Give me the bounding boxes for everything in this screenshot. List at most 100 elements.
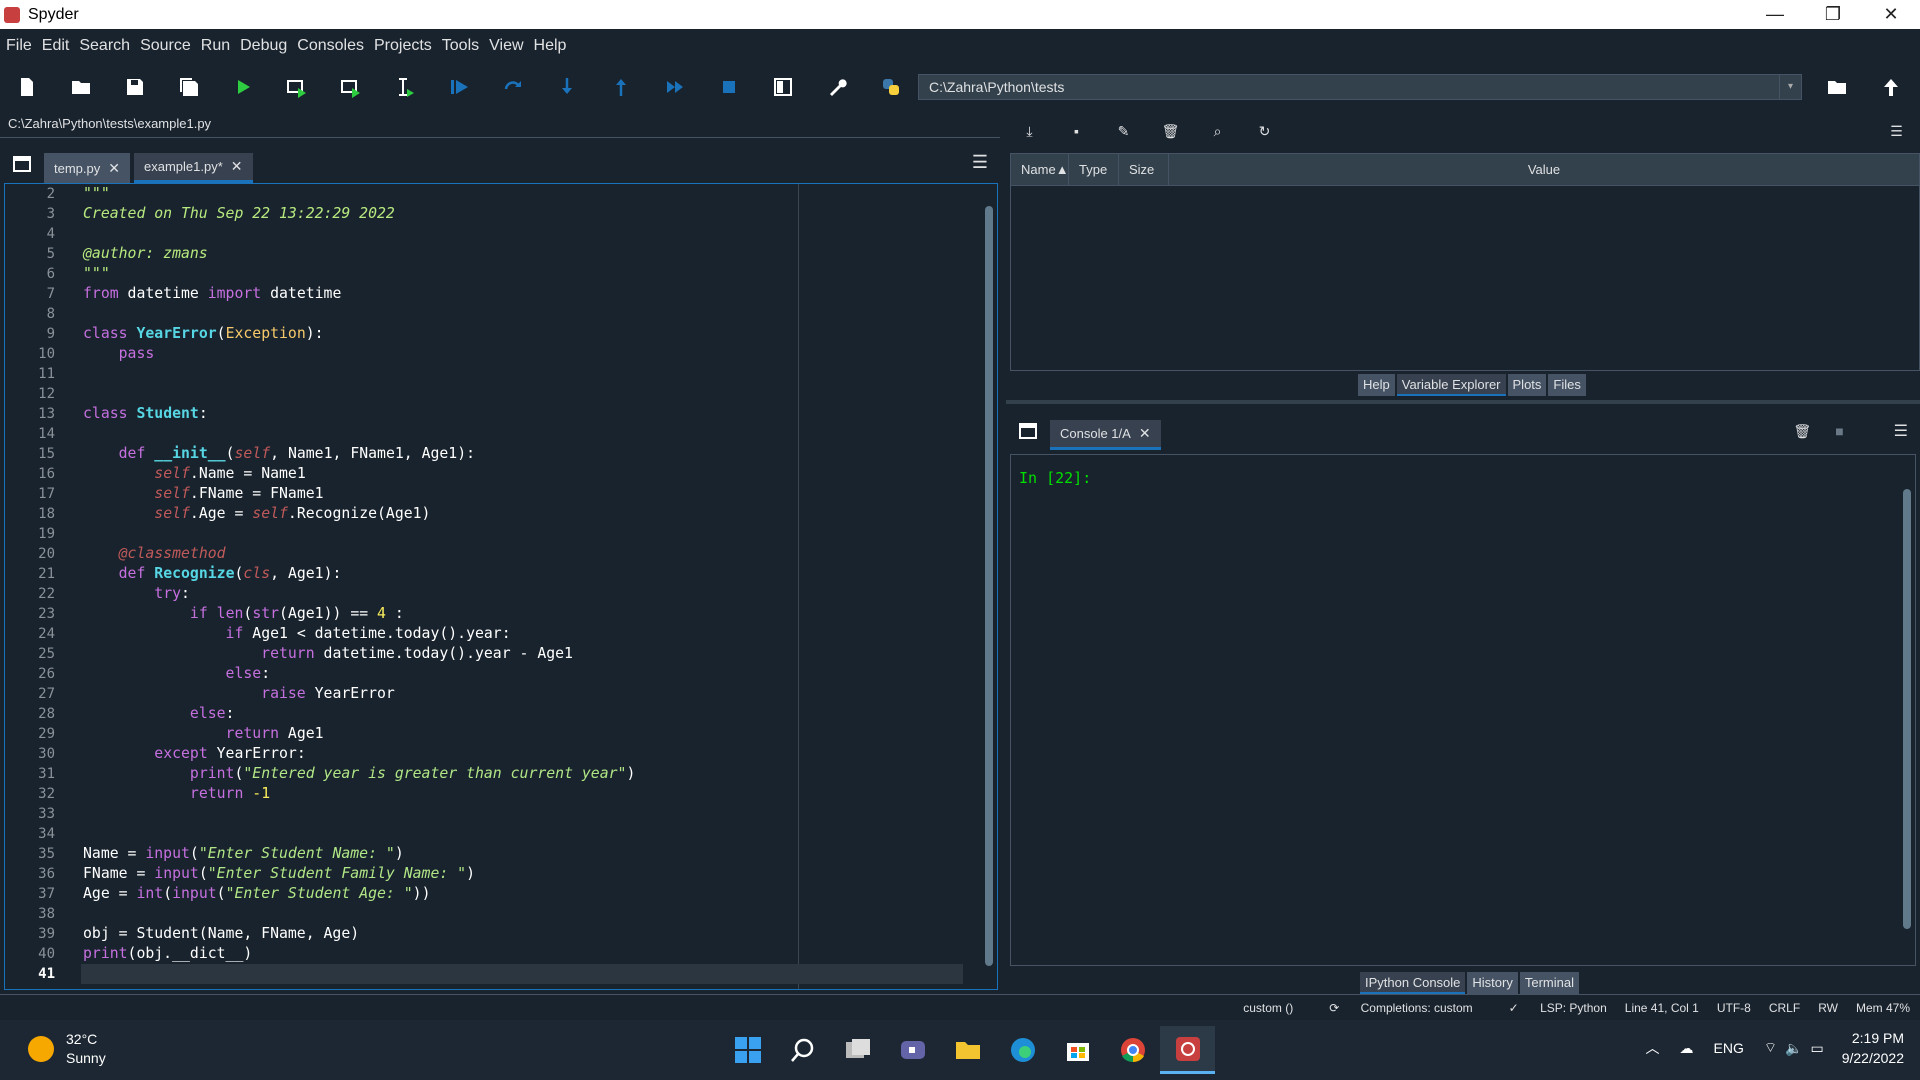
close-icon[interactable]: ✕ (1139, 425, 1151, 442)
ipython-console[interactable]: In [22]: (1010, 454, 1916, 966)
task-view-button[interactable] (830, 1026, 885, 1074)
search-icon[interactable]: ⌕ (1194, 113, 1241, 149)
browse-tabs-button[interactable] (0, 145, 44, 183)
parent-directory-button[interactable] (1864, 63, 1918, 110)
open-file-button[interactable] (54, 63, 108, 110)
interrupt-kernel-icon[interactable]: ■ (1835, 423, 1843, 439)
import-data-icon[interactable]: ⤓ (1006, 113, 1053, 149)
tab-history[interactable]: History (1467, 972, 1518, 994)
input-language[interactable]: ENG (1714, 1040, 1744, 1056)
code-editor[interactable]: 2 3 4 5 6 7 8 9 10 11 12 13 14 15 16 17 18 19 20 21 22 23 24 25… (4, 183, 998, 990)
options-menu-icon[interactable]: ☰ (1894, 421, 1908, 441)
menu-run[interactable]: Run (201, 37, 230, 55)
save-data-icon[interactable]: ▪ (1053, 113, 1100, 149)
new-file-button[interactable] (0, 63, 54, 110)
options-menu-icon[interactable]: ☰ (1873, 113, 1920, 149)
save-all-button[interactable] (162, 63, 216, 110)
line-number: 38 (38, 906, 55, 922)
run-button[interactable] (216, 63, 270, 110)
teams-chat-button[interactable] (885, 1026, 940, 1074)
onedrive-cloud-icon[interactable]: ☁ (1680, 1040, 1694, 1057)
search-button[interactable] (775, 1026, 830, 1074)
code-text[interactable]: """ Created on Thu Sep 22 13:22:29 2022 … (81, 184, 983, 984)
code-line: pass (118, 345, 155, 362)
chevron-up-icon[interactable]: ︿ (1646, 1038, 1660, 1058)
battery-icon[interactable]: ▭ (1810, 1040, 1823, 1057)
column-value[interactable]: Value (1169, 154, 1919, 185)
menu-help[interactable]: Help (534, 37, 567, 55)
step-into-button[interactable] (540, 63, 594, 110)
continue-button[interactable] (648, 63, 702, 110)
save-data-as-icon[interactable]: ✎ (1100, 113, 1147, 149)
tab-files[interactable]: Files (1548, 374, 1586, 396)
scrollbar-thumb[interactable] (985, 206, 993, 966)
tab-temp-py[interactable]: temp.py ✕ (44, 153, 130, 183)
menu-projects[interactable]: Projects (374, 37, 432, 55)
remove-variables-icon[interactable]: 🗑 (1793, 423, 1811, 440)
tab-terminal[interactable]: Terminal (1519, 972, 1579, 994)
wifi-icon[interactable]: ⌔ (1764, 1039, 1777, 1057)
minimize-button[interactable]: — (1746, 0, 1804, 29)
working-directory-input[interactable]: C:\Zahra\Python\tests ▾ (918, 74, 1802, 100)
menu-search[interactable]: Search (79, 37, 130, 55)
menu-debug[interactable]: Debug (240, 37, 287, 55)
debug-button[interactable] (432, 63, 486, 110)
restore-button[interactable]: ❐ (1804, 0, 1862, 29)
column-name[interactable]: Name▲ (1011, 154, 1069, 185)
tab-plots[interactable]: Plots (1507, 374, 1547, 396)
completions-status[interactable]: ⟳ Completions: custom (1311, 1001, 1472, 1015)
menu-file[interactable]: File (6, 37, 32, 55)
column-type[interactable]: Type (1069, 154, 1119, 185)
step-over-button[interactable] (486, 63, 540, 110)
tab-example1-py[interactable]: example1.py* ✕ (133, 153, 253, 183)
scrollbar-thumb[interactable] (1903, 489, 1911, 929)
editor-scrollbar[interactable] (983, 196, 995, 986)
taskbar-apps (720, 1026, 1215, 1074)
speaker-icon[interactable]: 🔈 (1785, 1040, 1802, 1057)
menu-view[interactable]: View (489, 37, 523, 55)
rw-status: RW (1818, 1000, 1838, 1015)
tab-console-1a[interactable]: Console 1/A ✕ (1050, 420, 1161, 450)
remove-all-icon[interactable]: 🗑 (1147, 113, 1194, 149)
code-line: from datetime import datetime (83, 285, 342, 302)
stop-button[interactable] (702, 63, 756, 110)
run-selection-button[interactable] (378, 63, 432, 110)
refresh-icon[interactable]: ↻ (1241, 113, 1288, 149)
chevron-down-icon[interactable]: ▾ (1779, 75, 1801, 99)
save-button[interactable] (108, 63, 162, 110)
lsp-status[interactable]: ✓ LSP: Python (1491, 1001, 1607, 1015)
weather-widget[interactable]: 32°C Sunny (28, 1030, 106, 1068)
preferences-button[interactable] (810, 63, 864, 110)
column-size[interactable]: Size (1119, 154, 1169, 185)
console-scrollbar[interactable] (1901, 459, 1913, 959)
menu-tools[interactable]: Tools (442, 37, 479, 55)
menu-consoles[interactable]: Consoles (297, 37, 364, 55)
run-cell-advance-button[interactable] (324, 63, 378, 110)
menu-source[interactable]: Source (140, 37, 191, 55)
code-line: except YearError: (154, 745, 306, 762)
line-number: 17 (38, 486, 55, 502)
run-cell-button[interactable] (270, 63, 324, 110)
maximize-pane-button[interactable] (756, 63, 810, 110)
file-explorer-button[interactable] (940, 1026, 995, 1074)
browse-tabs-button[interactable] (1006, 412, 1050, 450)
chrome-button[interactable] (1105, 1026, 1160, 1074)
conda-env-status[interactable]: custom () (1243, 1001, 1293, 1015)
menu-edit[interactable]: Edit (42, 37, 70, 55)
close-icon[interactable]: ✕ (231, 158, 243, 175)
clock[interactable]: 2:19 PM 9/22/2022 (1842, 1028, 1904, 1068)
browse-directory-button[interactable] (1810, 63, 1864, 110)
python-path-button[interactable] (864, 63, 918, 110)
spyder-taskbar-button[interactable] (1160, 1026, 1215, 1074)
tab-variable-explorer[interactable]: Variable Explorer (1396, 374, 1506, 396)
editor-options-menu-icon[interactable]: ☰ (972, 152, 988, 173)
edge-browser-button[interactable] (995, 1026, 1050, 1074)
close-button[interactable]: ✕ (1862, 0, 1920, 29)
start-button[interactable] (720, 1026, 775, 1074)
step-return-button[interactable] (594, 63, 648, 110)
close-icon[interactable]: ✕ (108, 160, 120, 177)
microsoft-store-button[interactable] (1050, 1026, 1105, 1074)
tab-ipython-console[interactable]: IPython Console (1360, 972, 1466, 994)
tab-help[interactable]: Help (1358, 374, 1395, 396)
